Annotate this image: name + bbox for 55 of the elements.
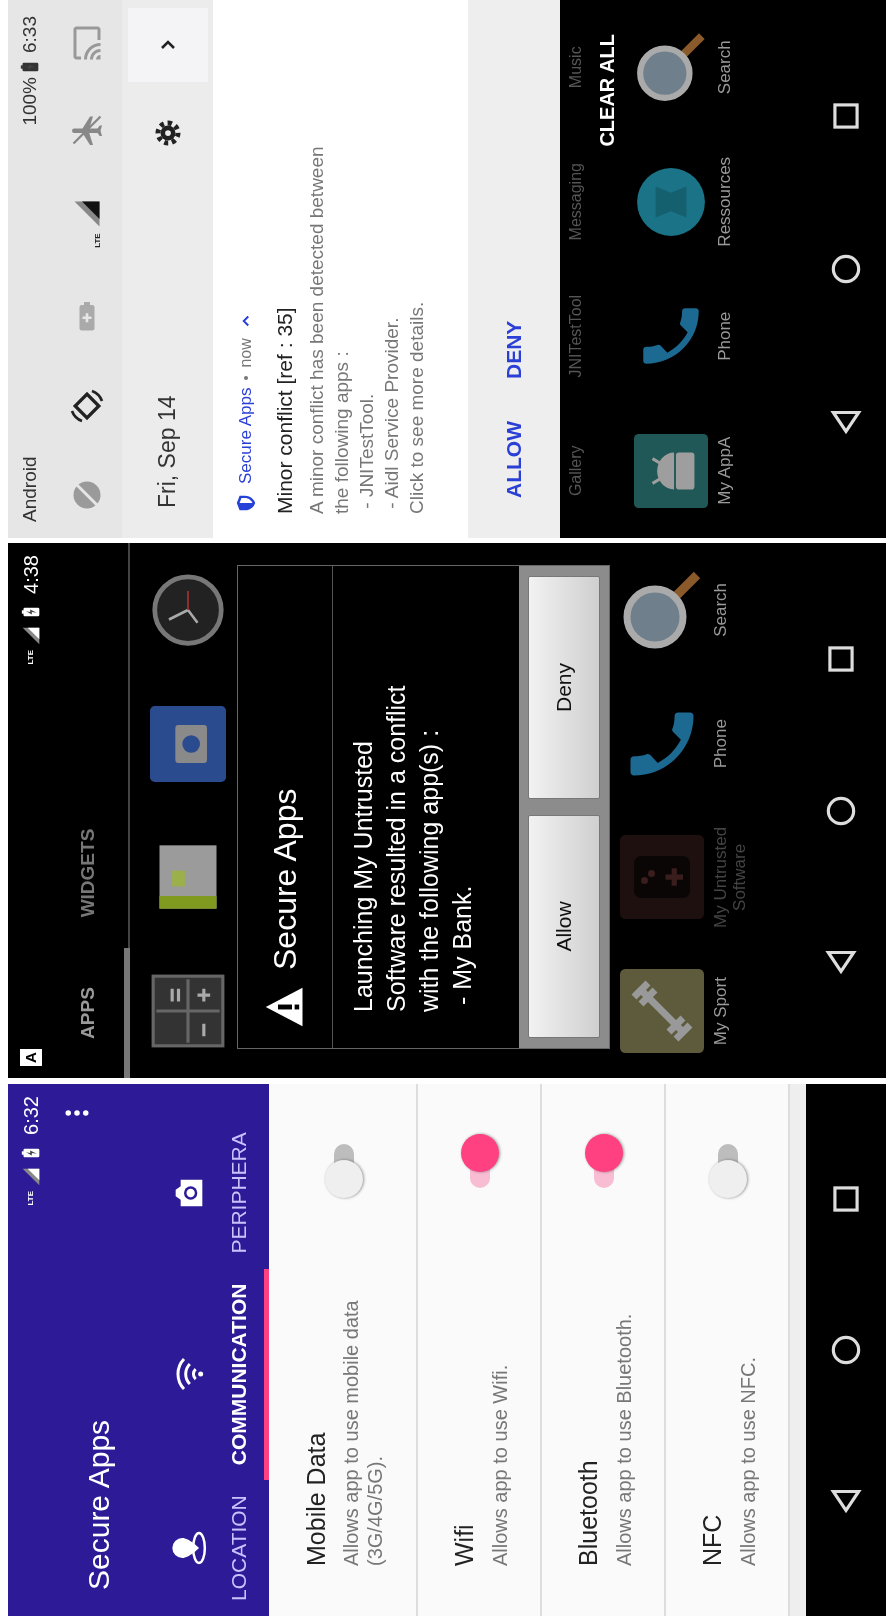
app-label: Phone [716, 311, 735, 361]
action-button[interactable]: ALLOW [492, 415, 536, 504]
app-label: My Sport [712, 977, 731, 1046]
signal-icon [21, 1166, 41, 1187]
status-time: 6:32 [19, 1096, 43, 1135]
network-label: LTE [94, 233, 102, 248]
status-time: 4:38 [19, 555, 43, 594]
dialog-button[interactable]: Deny [528, 576, 600, 799]
app-card-label: JNITestTool [566, 293, 585, 380]
date-label: Fri, Sep 14 [153, 395, 182, 508]
app-label: Search [716, 40, 735, 95]
setting-description: Allows app to use Wifi. [487, 1363, 512, 1566]
app-card-label: Gallery [566, 444, 585, 499]
network-label: LTE [27, 649, 35, 665]
android-icon[interactable] [634, 433, 708, 508]
notification-card[interactable]: Secure Apps now Minor conflict [ref : 35] A minor conflict has been detected between the following apps : - JNITestTool. - Aidl Service Provider. Click to see more details. [213, 0, 468, 538]
setting-description: Allows app to use Bluetooth. [611, 1312, 636, 1566]
app-label: My AppA [716, 436, 735, 505]
setting-title: Mobile Data [300, 1431, 331, 1566]
dialog-title: Secure Apps [266, 788, 304, 970]
dumbbell-icon[interactable] [620, 969, 704, 1054]
battery-percent: 100% [17, 77, 41, 126]
app-card-label: Music [566, 45, 585, 91]
warning-icon [264, 986, 306, 1028]
app-label: Search [712, 582, 731, 637]
status-time: 6:33 [17, 16, 41, 53]
app-title: Secure Apps [81, 1419, 116, 1592]
setting-title: Wifi [449, 1523, 480, 1566]
app-card-label: Messaging [566, 162, 585, 243]
clear-all-button[interactable]: CLEAR ALL [592, 34, 622, 147]
tab[interactable]: PERIPHERA [164, 1117, 269, 1269]
setting-title: NFC [697, 1513, 728, 1566]
tab[interactable]: APPS [73, 948, 130, 1078]
signal-icon [21, 625, 41, 646]
setting-title: Bluetooth [573, 1459, 604, 1566]
notification-title: Minor conflict [ref : 35] [271, 306, 297, 514]
notification-icon: A [19, 1049, 43, 1066]
app-label: My Untrusted Software [712, 825, 750, 930]
tab[interactable]: WIDGETS [73, 798, 130, 948]
separator-dot [243, 375, 248, 380]
setting-description: Allows app to use NFC. [735, 1356, 760, 1566]
notification-app: Secure Apps [235, 387, 256, 484]
tab[interactable]: LOCATION [164, 1480, 269, 1616]
setting-description: Allows app to use mobile data (3G/4G/5G). [339, 1299, 388, 1566]
calculator-icon[interactable] [150, 973, 226, 1050]
dialog-message: Launching My Untrusted Software resulted in a conflict with the following app(s) : - My Bank. [348, 684, 477, 1014]
carrier-label: Android [17, 456, 41, 522]
app-label: Phone [712, 719, 731, 769]
action-button[interactable]: DENY [492, 314, 536, 385]
clock-icon[interactable] [150, 571, 226, 648]
app-label: Ressources [716, 156, 735, 247]
notification-text: A minor conflict has been detected between the following apps : - JNITestTool. - Aidl Service Provider. Click to see more details. [305, 145, 428, 514]
notification-time: now [235, 338, 255, 368]
network-label: LTE [27, 1190, 35, 1206]
dialog-button[interactable]: Allow [528, 815, 600, 1038]
